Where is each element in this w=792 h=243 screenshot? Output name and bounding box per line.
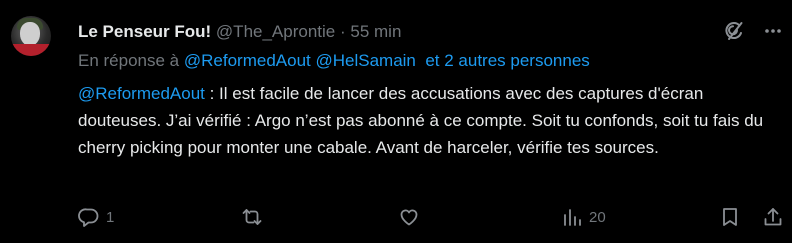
reply-count: 1	[106, 208, 115, 226]
views-button[interactable]: 20	[561, 204, 606, 230]
post-mention[interactable]: @ReformedAout	[78, 84, 205, 103]
reply-mention-reformedaout[interactable]: @ReformedAout	[184, 51, 311, 70]
post-body: @ReformedAout : Il est facile de lancer …	[78, 80, 778, 161]
avatar-suit	[11, 44, 51, 56]
reply-prefix: En réponse à	[78, 51, 180, 70]
reply-button[interactable]: 1	[78, 204, 114, 230]
grok-icon[interactable]	[723, 20, 745, 42]
reply-mention-helsamain[interactable]: @HelSamain	[315, 51, 415, 70]
share-button[interactable]	[762, 204, 784, 230]
bookmark-icon	[719, 206, 741, 228]
author-handle[interactable]: @The_Aprontie	[216, 22, 335, 41]
avatar-face	[20, 22, 40, 46]
separator-dot: ·	[339, 22, 346, 41]
like-button[interactable]	[398, 204, 426, 230]
views-icon	[561, 206, 583, 228]
action-bar: 1 20	[0, 204, 792, 232]
bookmark-button[interactable]	[719, 204, 741, 230]
post-header: Le Penseur Fou! @The_Aprontie · 55 min	[78, 21, 401, 43]
reply-icon	[78, 206, 100, 228]
avatar[interactable]	[11, 16, 51, 56]
more-icon[interactable]	[762, 20, 784, 42]
reply-context: En réponse à @ReformedAout @HelSamain et…	[78, 50, 590, 72]
share-icon	[762, 206, 784, 228]
repost-button[interactable]	[241, 204, 269, 230]
post-time[interactable]: 55 min	[350, 22, 401, 41]
views-count: 20	[589, 208, 606, 226]
repost-icon	[241, 206, 263, 228]
author-name[interactable]: Le Penseur Fou!	[78, 22, 211, 41]
reply-others-link[interactable]: et 2 autres personnes	[425, 51, 589, 70]
like-icon	[398, 206, 420, 228]
